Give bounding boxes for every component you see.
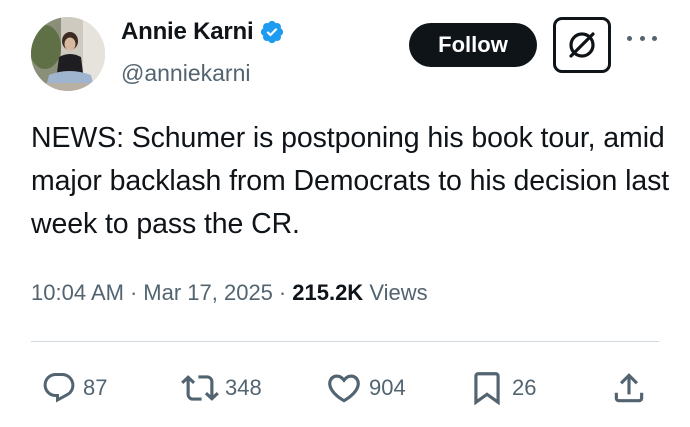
verified-badge-icon (261, 20, 284, 44)
follow-button[interactable]: Follow (409, 23, 537, 67)
like-count: 904 (369, 375, 406, 400)
grok-icon (569, 32, 595, 58)
bookmark-count: 26 (512, 375, 537, 400)
repost-count: 348 (225, 375, 262, 400)
meta-separator: · (278, 280, 287, 305)
more-icon-dot (627, 35, 632, 41)
meta-separator: · (129, 280, 138, 305)
like-button[interactable]: 904 (325, 368, 406, 408)
reply-count: 87 (83, 375, 108, 400)
author-handle[interactable]: @anniekarni (121, 60, 250, 87)
share-button[interactable] (610, 368, 648, 408)
tweet-meta: 10:04 AM · Mar 17, 2025 · 215.2K Views (31, 280, 428, 306)
views-count: 215.2K (292, 280, 364, 305)
share-icon (614, 373, 644, 403)
tweet-time[interactable]: 10:04 AM (31, 280, 124, 305)
avatar[interactable] (31, 17, 105, 91)
author-display-name[interactable]: Annie Karni (121, 18, 254, 46)
avatar-photo (31, 17, 105, 91)
repost-button[interactable]: 348 (181, 368, 262, 408)
more-icon-dot (652, 35, 657, 41)
reply-button[interactable]: 87 (41, 368, 107, 408)
author-name-row[interactable]: Annie Karni (121, 18, 285, 46)
more-options-button[interactable] (627, 28, 657, 48)
tweet-date[interactable]: Mar 17, 2025 (143, 280, 273, 305)
divider (31, 341, 659, 342)
grok-button[interactable] (553, 17, 611, 73)
views-label: Views (369, 280, 428, 305)
reply-icon (43, 373, 75, 403)
bookmark-icon (474, 372, 500, 406)
tweet-text: NEWS: Schumer is postponing his book tou… (31, 122, 670, 240)
more-icon-dot (639, 35, 645, 41)
heart-icon (328, 374, 360, 403)
bookmark-button[interactable]: 26 (468, 368, 536, 408)
repost-icon (181, 375, 219, 401)
